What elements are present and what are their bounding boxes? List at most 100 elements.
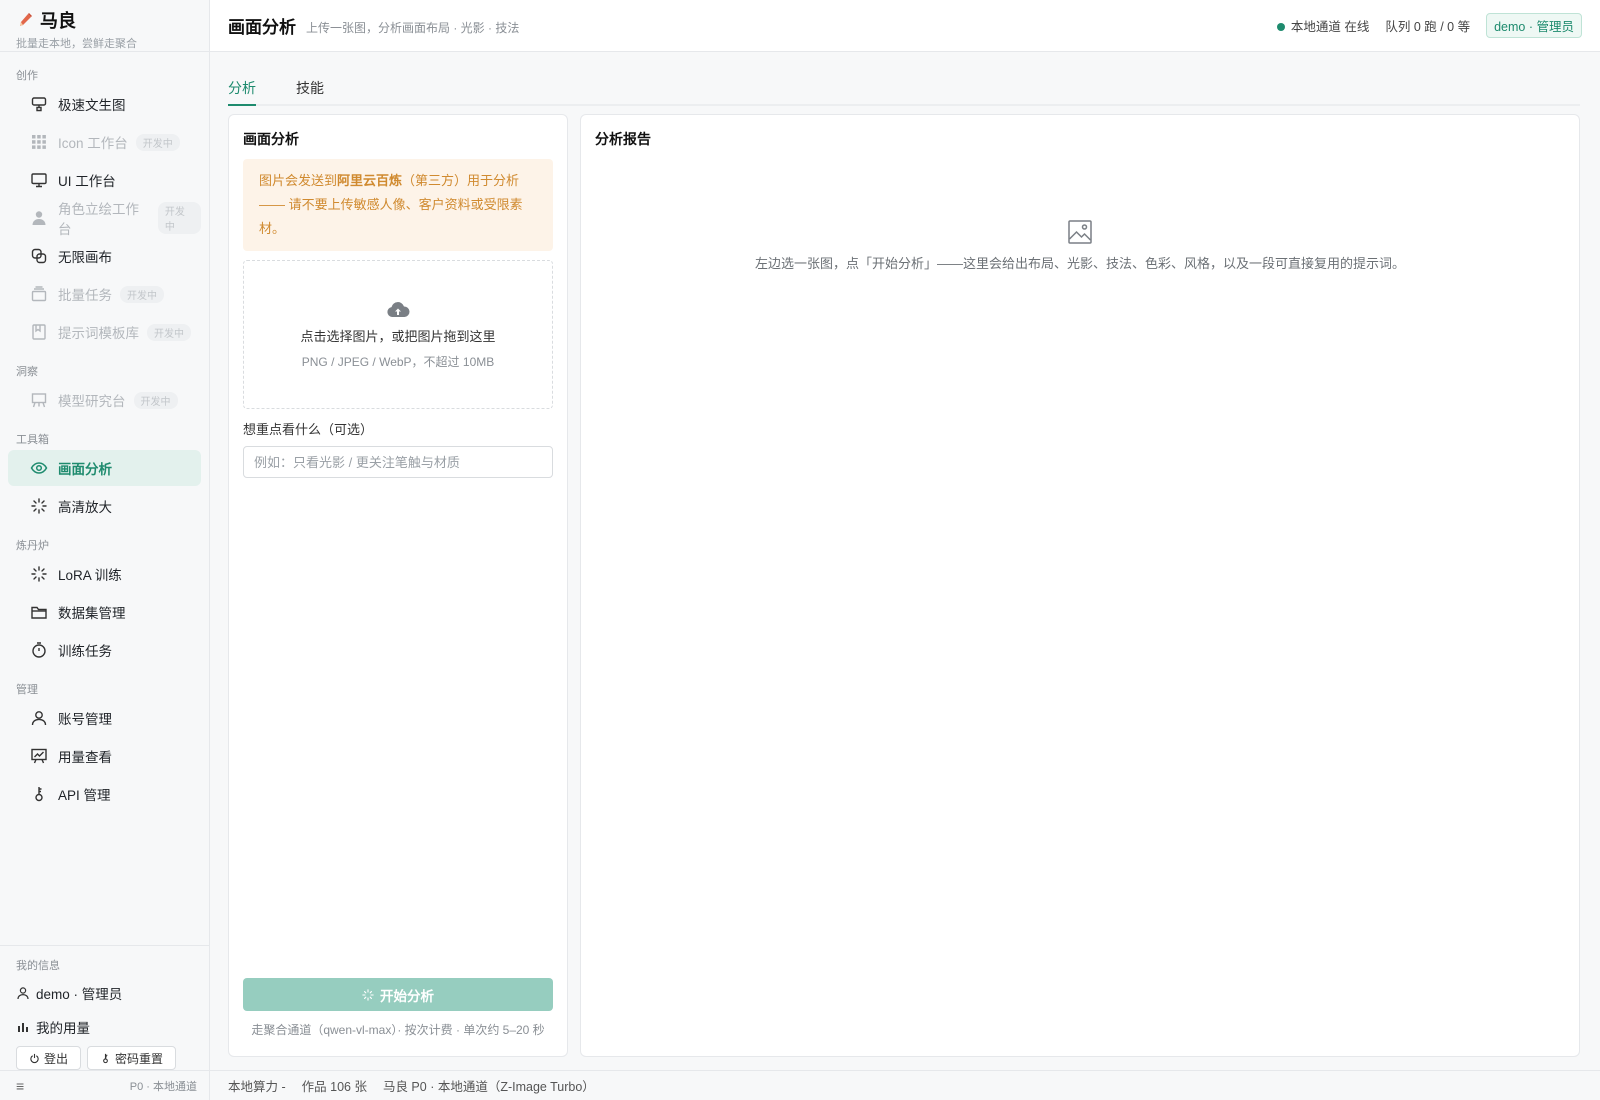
sidebar-item-label: 无限画布 xyxy=(58,250,112,265)
sidebar-item-prompt-templates[interactable]: 提示词模板库 开发中 xyxy=(8,314,201,350)
sidebar-item-batch-tasks[interactable]: 批量任务 开发中 xyxy=(8,276,201,312)
focus-input[interactable] xyxy=(243,446,553,478)
sidebar-item-account-management[interactable]: 账号管理 xyxy=(8,700,201,736)
compute-status: 本地算力 - xyxy=(228,1080,286,1094)
user-icon xyxy=(31,711,47,726)
sparkle-icon xyxy=(31,566,47,582)
sidebar-item-training-jobs[interactable]: 训练任务 xyxy=(8,632,201,668)
section-label-toolbox: 工具箱 xyxy=(16,434,49,446)
sidebar-item-upscale[interactable]: 高清放大 xyxy=(8,488,201,524)
my-usage-link[interactable]: 我的用量 xyxy=(0,1010,209,1044)
reset-password-label: 密码重置 xyxy=(115,1051,164,1066)
status-bar: 本地算力 - 作品 106 张 马良 P0 · 本地通道（Z-Image Tur… xyxy=(210,1070,1600,1100)
sidebar-item-label: 用量查看 xyxy=(58,750,112,765)
sidebar-item-character-studio[interactable]: 角色立绘工作台 开发中 xyxy=(8,200,201,237)
folder-icon xyxy=(31,606,47,619)
sidebar-item-fast-t2i[interactable]: 极速文生图 xyxy=(8,86,201,122)
sidebar-item-ui-studio[interactable]: UI 工作台 xyxy=(8,162,201,198)
sidebar-item-infinite-canvas[interactable]: 无限画布 xyxy=(8,238,201,274)
my-info-section: 我的信息 demo · 管理员 我的用量 登出 密码重置 xyxy=(0,945,209,1070)
warning-text: 图片会发送到 xyxy=(259,173,338,188)
sidebar-item-usage[interactable]: 用量查看 xyxy=(8,738,201,774)
sidebar-item-image-analysis[interactable]: 画面分析 xyxy=(8,450,201,486)
section-label-my-info: 我的信息 xyxy=(16,960,60,972)
tab-analysis[interactable]: 分析 xyxy=(228,72,256,106)
tab-bar: 分析 技能 xyxy=(228,72,1580,106)
empty-state: 左边选一张图，点「开始分析」——这里会给出布局、光影、技法、色彩、风格，以及一段… xyxy=(581,219,1579,272)
chart-board-icon xyxy=(31,748,47,764)
sidebar-item-api-management[interactable]: API 管理 xyxy=(8,776,201,812)
easel-icon xyxy=(31,393,47,408)
reset-password-button[interactable]: 密码重置 xyxy=(87,1046,177,1070)
sidebar-item-label: 模型研究台 xyxy=(58,394,126,409)
sidebar-item-label: 极速文生图 xyxy=(58,98,126,113)
current-user[interactable]: demo · 管理员 xyxy=(0,976,209,1010)
my-usage-label: 我的用量 xyxy=(36,1021,90,1036)
sidebar: 马良 批量走本地，尝鲜走聚合 创作 极速文生图 Icon 工作台 开发中 UI … xyxy=(0,0,210,1100)
dropzone-hint: PNG / JPEG / WebP，不超过 10MB xyxy=(301,354,495,369)
sidebar-item-label: 账号管理 xyxy=(58,712,112,727)
grid-icon xyxy=(32,135,46,149)
bookmark-icon xyxy=(32,324,46,340)
logout-button[interactable]: 登出 xyxy=(16,1046,82,1070)
sidebar-footer: ≡ P0 · 本地通道 xyxy=(0,1070,209,1100)
channel-indicator: P0 · 本地通道 xyxy=(129,1080,197,1093)
analysis-report-panel: 分析报告 左边选一张图，点「开始分析」——这里会给出布局、光影、技法、色彩、风格… xyxy=(580,114,1580,1057)
sidebar-item-label: 画面分析 xyxy=(58,462,112,477)
tab-skills[interactable]: 技能 xyxy=(296,72,324,104)
page-subtitle: 上传一张图，分析画面布局 · 光影 · 技法 xyxy=(306,21,520,35)
monitor-icon xyxy=(31,173,47,188)
start-analysis-button[interactable]: 开始分析 xyxy=(243,978,553,1011)
eye-icon xyxy=(30,462,48,474)
layers-icon xyxy=(31,248,47,264)
dev-badge: 开发中 xyxy=(135,133,180,151)
sidebar-item-label: 高清放大 xyxy=(58,500,112,515)
sparkle-icon xyxy=(362,988,374,1001)
brand: 马良 批量走本地，尝鲜走聚合 xyxy=(0,0,209,52)
dev-badge: 开发中 xyxy=(133,391,178,409)
start-analysis-label: 开始分析 xyxy=(380,988,434,1004)
dev-badge: 开发中 xyxy=(157,202,201,234)
bar-chart-icon xyxy=(18,1023,28,1032)
current-user-label: demo · 管理员 xyxy=(36,987,123,1002)
online-dot-icon xyxy=(1276,23,1285,31)
sparkle-icon xyxy=(31,498,47,514)
section-label-alchemy: 炼丹炉 xyxy=(16,540,49,552)
privacy-warning: 图片会发送到阿里云百炼（第三方）用于分析 —— 请不要上传敏感人像、客户资料或受… xyxy=(243,159,553,251)
empty-state-text: 左边选一张图，点「开始分析」——这里会给出布局、光影、技法、色彩、风格，以及一段… xyxy=(754,256,1405,271)
sidebar-item-label: API 管理 xyxy=(58,788,111,803)
cloud-upload-icon xyxy=(387,301,410,317)
section-label-create: 创作 xyxy=(16,70,38,82)
sidebar-item-label: 训练任务 xyxy=(58,644,112,659)
sidebar-item-label: 批量任务 xyxy=(58,288,112,303)
dev-badge: 开发中 xyxy=(147,323,191,341)
billing-note: 走聚合通道（qwen-vl-max）· 按次计费 · 单次约 5–20 秒 xyxy=(251,1023,545,1037)
timer-icon xyxy=(32,642,46,658)
sidebar-item-dataset-management[interactable]: 数据集管理 xyxy=(8,594,201,630)
image-dropzone[interactable]: 点击选择图片，或把图片拖到这里 PNG / JPEG / WebP，不超过 10… xyxy=(243,260,553,409)
model-status: 马良 P0 · 本地通道（Z-Image Turbo） xyxy=(382,1080,595,1094)
sidebar-item-lora-training[interactable]: LoRA 训练 xyxy=(8,556,201,592)
role-badge[interactable]: demo · 管理员 xyxy=(1486,13,1582,38)
power-icon xyxy=(30,1053,39,1063)
key-icon xyxy=(103,1053,108,1063)
queue-status: 队列 0 跑 / 0 等 xyxy=(1385,20,1471,34)
top-header: 画面分析 上传一张图，分析画面布局 · 光影 · 技法 本地通道 在线 队列 0… xyxy=(210,0,1600,52)
dev-badge: 开发中 xyxy=(120,285,164,303)
logout-label: 登出 xyxy=(44,1051,69,1066)
sidebar-item-icon-studio[interactable]: Icon 工作台 开发中 xyxy=(8,124,201,160)
stack-icon xyxy=(31,286,47,302)
works-count: 作品 106 张 xyxy=(301,1080,367,1094)
person-icon xyxy=(32,211,46,225)
warning-provider: 阿里云百炼 xyxy=(337,173,403,188)
key-icon xyxy=(35,787,43,802)
sidebar-item-model-lab[interactable]: 模型研究台 开发中 xyxy=(8,382,201,418)
pencil-icon xyxy=(16,11,34,29)
analysis-input-panel: 画面分析 图片会发送到阿里云百炼（第三方）用于分析 —— 请不要上传敏感人像、客… xyxy=(228,114,568,1057)
palette-icon xyxy=(31,97,47,112)
menu-icon[interactable]: ≡ xyxy=(16,1078,24,1094)
channel-status-text: 本地通道 在线 xyxy=(1290,20,1370,34)
brand-title: 马良 xyxy=(40,11,76,31)
focus-label: 想重点看什么（可选） xyxy=(243,422,374,437)
section-label-insight: 洞察 xyxy=(16,366,38,378)
